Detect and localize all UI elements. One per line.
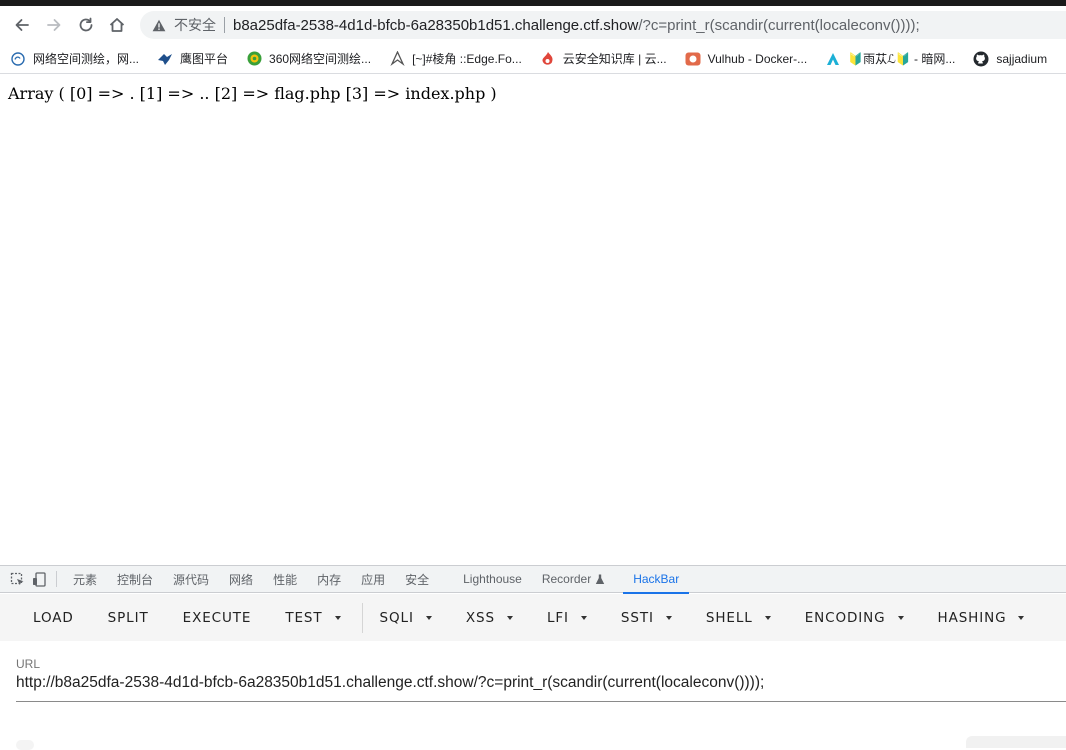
inspect-element-icon[interactable] — [6, 566, 28, 593]
tab-network[interactable]: 网络 — [219, 566, 263, 593]
ssti-label: SSTI — [620, 609, 654, 626]
bookmark-label: sajjadium — [996, 51, 1048, 66]
tab-security[interactable]: 安全 — [395, 566, 439, 593]
bookmark-item[interactable]: 360网络空间测绘... — [236, 44, 379, 73]
bookmark-label: 🔰雨苁ℒ🔰 - 暗网... — [848, 52, 956, 66]
shell-menu-button[interactable]: SHELL — [689, 594, 788, 641]
caret-down-icon — [334, 615, 341, 620]
split-button[interactable]: SPLIT — [91, 594, 166, 641]
warning-triangle-icon[interactable] — [151, 17, 167, 33]
home-icon — [109, 18, 125, 32]
vulhub-icon — [685, 51, 701, 67]
caret-down-icon — [665, 615, 672, 620]
tab-recorder[interactable]: Recorder — [532, 566, 615, 593]
eagle-icon — [157, 51, 173, 67]
lfi-menu-button[interactable]: LFI — [530, 594, 604, 641]
flask-icon — [596, 574, 605, 584]
tab-hackbar[interactable]: HackBar — [623, 566, 690, 594]
security-label[interactable]: 不安全 — [174, 15, 216, 35]
test-menu-button[interactable]: TEST — [268, 594, 357, 641]
split-label: SPLIT — [107, 609, 149, 626]
php-print-r-output: Array ( [0] => . [1] => .. [2] => flag.p… — [8, 84, 497, 103]
cloud-security-icon — [540, 51, 556, 67]
sqli-menu-button[interactable]: SQLI — [363, 594, 449, 641]
hackbar-toolbar: LOAD SPLIT EXECUTE TEST SQLI XSS LFI SST… — [0, 594, 1066, 641]
address-bar[interactable]: 不安全 b8a25dfa-2538-4d1d-bfcb-6a28350b1d51… — [140, 11, 1066, 39]
360-icon — [246, 51, 262, 67]
caret-down-icon — [425, 615, 432, 620]
test-label: TEST — [285, 609, 323, 626]
page-viewport: Array ( [0] => . [1] => .. [2] => flag.p… — [0, 75, 1066, 565]
caret-down-icon — [897, 615, 904, 620]
hackbar-checkbox-partial[interactable] — [16, 740, 34, 750]
sqli-label: SQLI — [379, 609, 414, 626]
bookmarks-bar: 网络空间测绘，网... 鹰图平台 360网络空间测绘... [~]#棱角 ::E… — [0, 44, 1066, 74]
tab-lighthouse[interactable]: Lighthouse — [453, 566, 532, 593]
reload-button[interactable] — [73, 13, 99, 37]
hackbar-url-field[interactable]: URL http://b8a25dfa-2538-4d1d-bfcb-6a283… — [16, 657, 1066, 702]
bookmark-label: 鹰图平台 — [180, 52, 229, 66]
globe-icon — [10, 51, 26, 67]
hackbar-footer-partial — [966, 736, 1066, 748]
tab-performance[interactable]: 性能 — [263, 566, 307, 593]
bookmark-label: 云安全知识库 | 云... — [562, 52, 667, 66]
bookmark-item[interactable]: 云安全知识库 | 云... — [530, 44, 675, 73]
bookmark-label: Vulhub - Docker-... — [707, 51, 808, 66]
encoding-menu-button[interactable]: ENCODING — [788, 594, 921, 641]
forward-arrow-icon — [47, 19, 61, 31]
devtools-panel: 元素 控制台 源代码 网络 性能 内存 应用 安全 Lighthouse Rec… — [0, 565, 1066, 750]
github-icon — [973, 51, 989, 67]
bookmark-label: 网络空间测绘，网... — [33, 52, 140, 66]
devtools-tab-bar: 元素 控制台 源代码 网络 性能 内存 应用 安全 Lighthouse Rec… — [0, 566, 1066, 594]
yucong-icon — [825, 51, 841, 67]
xss-label: XSS — [465, 609, 495, 626]
address-separator — [224, 17, 225, 33]
tab-recorder-label: Recorder — [541, 572, 592, 586]
tab-elements[interactable]: 元素 — [63, 566, 107, 593]
bookmark-item[interactable]: Vulhub - Docker-... — [675, 44, 816, 73]
caret-down-icon — [1018, 615, 1025, 620]
ssti-menu-button[interactable]: SSTI — [604, 594, 689, 641]
caret-down-icon — [764, 615, 771, 620]
bookmark-label: [~]#棱角 ::Edge.Fo... — [412, 52, 522, 66]
load-button[interactable]: LOAD — [16, 594, 91, 641]
device-toggle-icon[interactable] — [28, 566, 50, 593]
lfi-label: LFI — [546, 609, 569, 626]
tab-sources[interactable]: 源代码 — [163, 566, 219, 593]
bookmark-item[interactable]: [~]#棱角 ::Edge.Fo... — [379, 44, 530, 73]
url-path: /?c=print_r(scandir(current(localeconv()… — [638, 16, 920, 34]
bookmark-item[interactable]: 🔰雨苁ℒ🔰 - 暗网... — [815, 44, 963, 73]
shell-label: SHELL — [705, 609, 753, 626]
execute-button[interactable]: EXECUTE — [166, 594, 269, 641]
reload-icon — [79, 17, 93, 32]
caret-down-icon — [506, 615, 513, 620]
url-host: b8a25dfa-2538-4d1d-bfcb-6a28350b1d51.cha… — [233, 16, 639, 34]
bookmark-item[interactable]: 网络空间测绘，网... — [0, 44, 147, 73]
url-field-label: URL — [16, 657, 41, 671]
caret-down-icon — [580, 615, 587, 620]
back-button[interactable] — [9, 13, 35, 37]
bookmark-item[interactable]: sajjadium — [963, 44, 1055, 73]
hashing-menu-button[interactable]: HASHING — [921, 594, 1042, 641]
hashing-label: HASHING — [937, 609, 1007, 626]
edge-forum-icon — [389, 51, 405, 67]
tab-application[interactable]: 应用 — [351, 566, 395, 593]
load-label: LOAD — [33, 609, 74, 626]
bookmark-item[interactable]: 鹰图平台 — [147, 44, 236, 73]
url-field-input[interactable]: http://b8a25dfa-2538-4d1d-bfcb-6a28350b1… — [16, 674, 1066, 702]
xss-menu-button[interactable]: XSS — [449, 594, 530, 641]
tab-memory[interactable]: 内存 — [307, 566, 351, 593]
tab-console[interactable]: 控制台 — [107, 566, 163, 593]
home-button[interactable] — [104, 13, 130, 37]
back-arrow-icon — [15, 19, 29, 31]
forward-button[interactable] — [41, 13, 67, 37]
bookmark-label: 360网络空间测绘... — [269, 52, 372, 66]
encoding-label: ENCODING — [804, 609, 886, 626]
execute-label: EXECUTE — [182, 609, 252, 626]
devtools-divider — [56, 571, 57, 587]
browser-toolbar: 不安全 b8a25dfa-2538-4d1d-bfcb-6a28350b1d51… — [0, 6, 1066, 44]
